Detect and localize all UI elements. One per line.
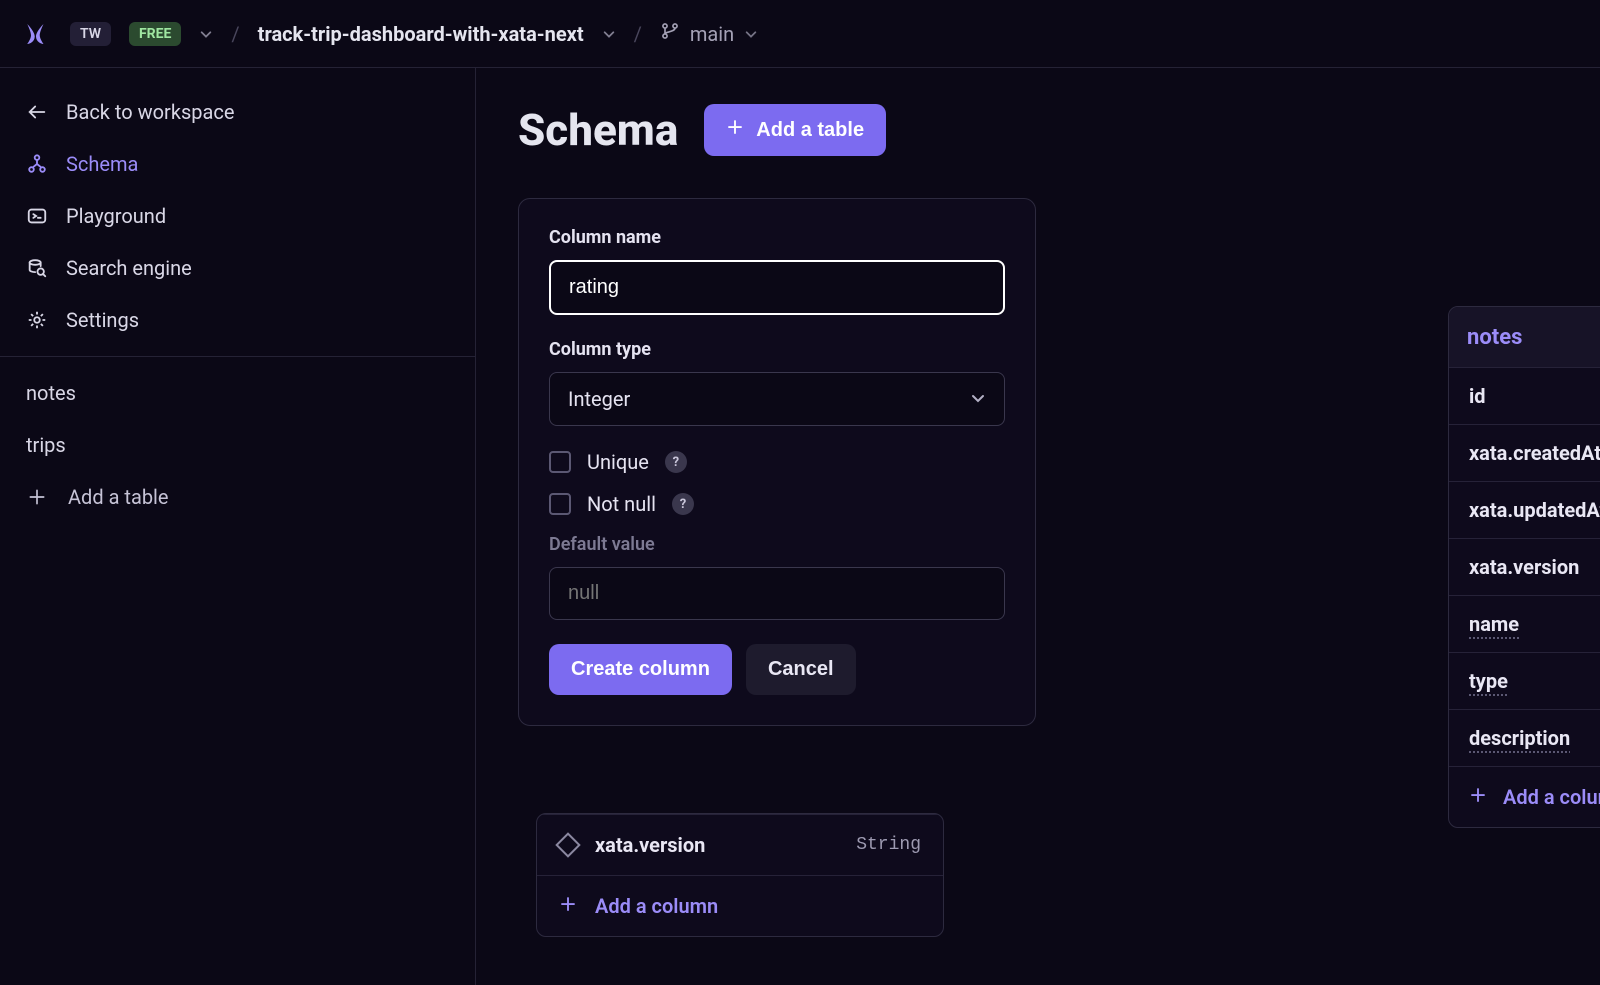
plus-icon [26, 486, 48, 508]
column-name: id [1469, 384, 1486, 408]
chevron-down-icon [970, 387, 986, 411]
table-name: notes [26, 381, 76, 405]
select-value: Integer [568, 387, 630, 411]
page-header: Schema Add a table [518, 104, 1558, 156]
button-label: Add a table [756, 119, 864, 142]
plan-badge: FREE [129, 22, 181, 46]
table-column-row[interactable]: xata.createdAt Datetime [1449, 424, 1600, 481]
chevron-down-icon[interactable] [602, 27, 616, 41]
playground-icon [26, 205, 48, 227]
table-column-row[interactable]: xata.version String [1449, 538, 1600, 595]
table-card-partial: xata.version String Add a column [536, 813, 944, 937]
main-content: Schema Add a table xata.version String A… [476, 68, 1600, 985]
table-column-row[interactable]: xata.updatedAt Datetime [1449, 481, 1600, 538]
workspace-badge[interactable]: TW [70, 22, 111, 46]
add-table-button[interactable]: Add a table [704, 104, 886, 156]
chevron-down-icon[interactable] [744, 27, 758, 41]
add-column-button[interactable]: Add a column [1449, 766, 1600, 827]
diamond-icon [555, 832, 580, 857]
sidebar-item-label: Playground [66, 204, 166, 228]
schema-icon [26, 153, 48, 175]
sidebar-item-label: Schema [66, 152, 138, 176]
column-name: type [1469, 669, 1508, 693]
checkbox-icon[interactable] [549, 493, 571, 515]
add-column-button[interactable]: Add a column [537, 875, 943, 936]
default-value-input[interactable] [549, 567, 1005, 620]
sidebar-add-table[interactable]: Add a table [0, 471, 475, 523]
back-label: Back to workspace [66, 100, 234, 124]
create-column-popover: Column name Column type Integer Unique ? [518, 198, 1036, 726]
help-icon[interactable]: ? [665, 451, 687, 473]
notnull-label: Not null [587, 492, 656, 516]
table-column-row[interactable]: id String [1449, 367, 1600, 424]
xata-logo-icon [20, 18, 52, 50]
notnull-checkbox-row[interactable]: Not null ? [549, 492, 1005, 516]
column-name: description [1469, 726, 1570, 750]
search-engine-icon [26, 257, 48, 279]
sidebar-divider [0, 356, 475, 357]
column-name-label: Column name [549, 227, 1005, 248]
back-to-workspace[interactable]: Back to workspace [0, 86, 475, 138]
add-table-label: Add a table [68, 485, 169, 509]
gear-icon [26, 309, 48, 331]
plus-icon [726, 118, 744, 142]
table-name[interactable]: notes [1467, 325, 1522, 350]
sidebar-item-schema[interactable]: Schema [0, 138, 475, 190]
table-name: trips [26, 433, 66, 457]
checkbox-icon[interactable] [549, 451, 571, 473]
top-bar: TW FREE / track-trip-dashboard-with-xata… [0, 0, 1600, 68]
default-value-label: Default value [549, 534, 1005, 555]
sidebar-item-search-engine[interactable]: Search engine [0, 242, 475, 294]
breadcrumb-separator: / [231, 22, 239, 46]
table-card-notes: notes Actions id String xata.createdAt D… [1448, 306, 1600, 828]
sidebar-item-label: Search engine [66, 256, 192, 280]
column-name: xata.createdAt [1469, 441, 1600, 465]
column-type-select[interactable]: Integer [549, 372, 1005, 426]
sidebar-item-settings[interactable]: Settings [0, 294, 475, 346]
column-name: name [1469, 612, 1519, 636]
unique-label: Unique [587, 450, 649, 474]
plus-icon [559, 894, 577, 918]
sidebar-item-playground[interactable]: Playground [0, 190, 475, 242]
column-type: String [856, 835, 921, 855]
unique-checkbox-row[interactable]: Unique ? [549, 450, 1005, 474]
breadcrumb-separator: / [634, 22, 642, 46]
table-column-row[interactable]: xata.version String [537, 814, 943, 875]
table-column-row[interactable]: type String [1449, 652, 1600, 709]
column-type-label: Column type [549, 339, 1005, 360]
column-name: xata.version [595, 833, 705, 857]
project-name[interactable]: track-trip-dashboard-with-xata-next [258, 22, 584, 46]
column-name: xata.updatedAt [1469, 498, 1600, 522]
cancel-button[interactable]: Cancel [746, 644, 856, 695]
sidebar-item-label: Settings [66, 308, 139, 332]
arrow-left-icon [26, 101, 48, 123]
table-column-row[interactable]: name String [1449, 595, 1600, 652]
sidebar-table-notes[interactable]: notes [0, 367, 475, 419]
branch-icon [660, 21, 680, 46]
table-column-row[interactable]: description Text [1449, 709, 1600, 766]
add-column-label: Add a column [595, 894, 718, 918]
sidebar-table-trips[interactable]: trips [0, 419, 475, 471]
table-card-header: notes Actions [1449, 307, 1600, 367]
help-icon[interactable]: ? [672, 493, 694, 515]
create-column-button[interactable]: Create column [549, 644, 732, 695]
chevron-down-icon[interactable] [199, 27, 213, 41]
page-title: Schema [518, 104, 678, 156]
branch-name[interactable]: main [690, 22, 734, 46]
plus-icon [1469, 785, 1487, 809]
sidebar: Back to workspace Schema Playground Sear… [0, 68, 476, 985]
column-name: xata.version [1469, 555, 1579, 579]
column-name-input[interactable] [549, 260, 1005, 315]
add-column-label: Add a column [1503, 785, 1600, 809]
